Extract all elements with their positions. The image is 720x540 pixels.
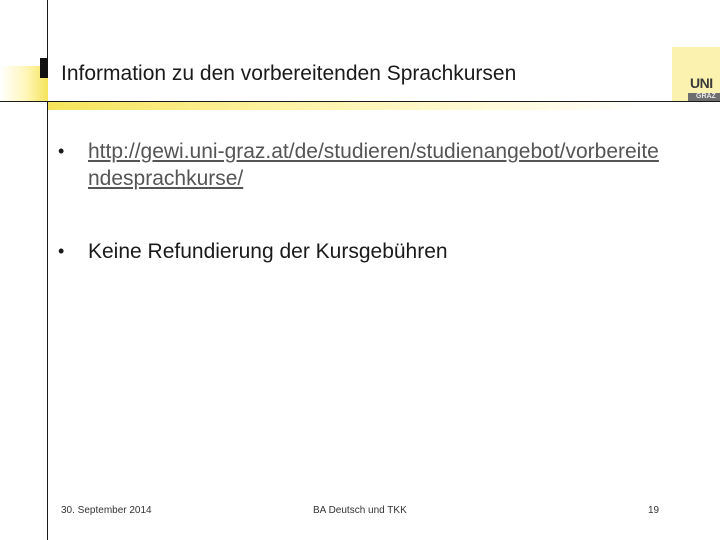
title-underline-gradient: [48, 102, 648, 110]
logo-text-bottom: GRAZ: [696, 93, 716, 100]
footer-center-text: BA Deutsch und TKK: [313, 505, 407, 516]
course-info-link[interactable]: http://gewi.uni-graz.at/de/studieren/stu…: [88, 138, 668, 192]
university-logo: UNI GRAZ: [672, 47, 720, 101]
bullet-item-text: • Keine Refundierung der Kursgebühren: [58, 238, 678, 265]
footer-date: 30. September 2014: [61, 505, 152, 516]
bullet-item-link: • http://gewi.uni-graz.at/de/studieren/s…: [58, 138, 678, 192]
title-accent-mark: [40, 58, 48, 78]
bullet-dot: •: [58, 141, 65, 161]
logo-text-top: UNI: [690, 75, 713, 91]
bullet-text: Keine Refundierung der Kursgebühren: [88, 240, 448, 263]
page-number: 19: [648, 505, 660, 516]
slide-title: Information zu den vorbereitenden Sprach…: [61, 62, 517, 85]
bullet-list: • http://gewi.uni-graz.at/de/studieren/s…: [58, 138, 678, 265]
bullet-dot: •: [58, 241, 65, 261]
